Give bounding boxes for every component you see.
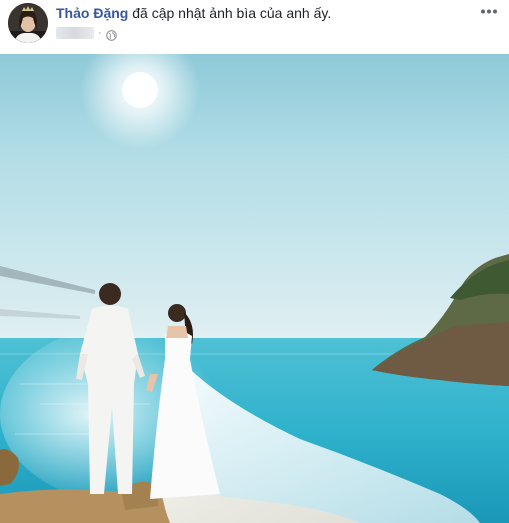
more-dots-icon	[481, 9, 497, 13]
feed-post: Thảo Đặng đã cập nhật ảnh bìa của anh ấy…	[0, 0, 509, 523]
post-meta: ·	[56, 26, 117, 41]
globe-icon[interactable]	[105, 28, 117, 41]
cover-photo[interactable]	[0, 54, 509, 523]
post-title-line: Thảo Đặng đã cập nhật ảnh bìa của anh ấy…	[56, 5, 331, 21]
author-avatar[interactable]	[8, 3, 48, 43]
post-timestamp-link[interactable]	[56, 27, 94, 39]
author-name-link[interactable]: Thảo Đặng	[56, 5, 128, 21]
post-action-text: đã cập nhật ảnh bìa của anh ấy.	[132, 5, 332, 21]
post-header: Thảo Đặng đã cập nhật ảnh bìa của anh ấy…	[0, 0, 509, 54]
couple-by-sea-photo	[0, 54, 509, 523]
meta-separator: ·	[98, 27, 102, 39]
avatar-image	[8, 3, 48, 43]
more-options-button[interactable]	[477, 3, 501, 19]
